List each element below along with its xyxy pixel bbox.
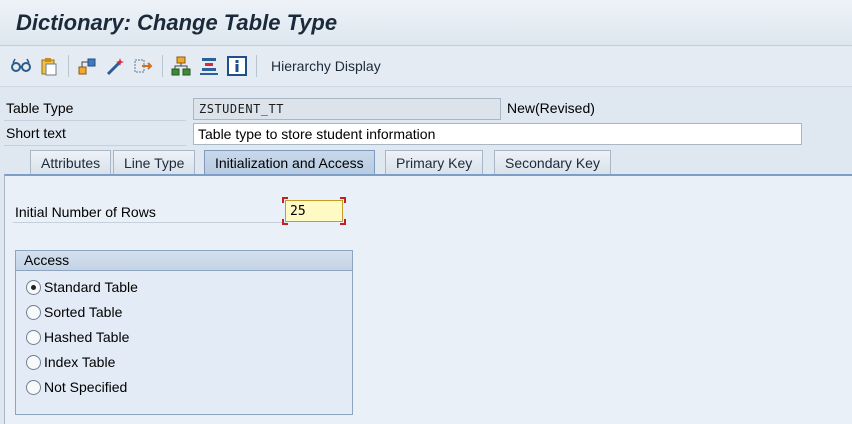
radio-label: Standard Table [44, 279, 138, 295]
tab-secondary-key[interactable]: Secondary Key [494, 150, 611, 174]
tab-primary-key[interactable]: Primary Key [385, 150, 484, 174]
radio-hashed-table[interactable]: Hashed Table [26, 327, 129, 347]
initial-rows-label: Initial Number of Rows [15, 204, 156, 220]
radio-index-table[interactable]: Index Table [26, 352, 115, 372]
required-marker [340, 197, 346, 203]
initial-rows-input[interactable] [285, 200, 343, 222]
application-toolbar: Hierarchy Display [0, 47, 852, 87]
radio-standard-table[interactable]: Standard Table [26, 277, 138, 297]
hierarchy-icon[interactable] [76, 55, 98, 77]
label-underline [4, 120, 186, 121]
radio-button[interactable] [26, 379, 41, 395]
radio-button[interactable] [26, 279, 41, 295]
radio-button[interactable] [26, 304, 41, 320]
table-type-label: Table Type [6, 100, 74, 116]
required-marker [340, 219, 346, 225]
window-title: Dictionary: Change Table Type [16, 10, 338, 35]
radio-not-specified[interactable]: Not Specified [26, 377, 127, 397]
table-type-field[interactable]: ZSTUDENT_TT [193, 98, 501, 120]
info-icon[interactable] [226, 55, 248, 77]
tab-initialization-and-access[interactable]: Initialization and Access [204, 150, 375, 174]
hierarchy-display-button[interactable]: Hierarchy Display [271, 58, 381, 74]
radio-button[interactable] [26, 354, 41, 370]
layer-stack-icon[interactable] [198, 55, 220, 77]
radio-label: Hashed Table [44, 329, 130, 345]
short-text-row: Short text Table type to store student i… [0, 122, 852, 146]
toolbar-separator [162, 55, 163, 77]
glasses-icon[interactable] [10, 55, 32, 77]
clipboard-icon[interactable] [38, 55, 60, 77]
move-icon[interactable] [132, 55, 154, 77]
tab-line-type[interactable]: Line Type [113, 150, 196, 174]
toolbar-separator [256, 55, 257, 77]
required-marker [282, 197, 288, 203]
table-type-row: Table Type ZSTUDENT_TT New(Revised) [0, 97, 852, 121]
short-text-field[interactable]: Table type to store student information [193, 123, 802, 145]
tab-content-panel: Initial Number of Rows Access Standard T… [4, 174, 852, 424]
access-group-title: Access [16, 251, 352, 271]
title-bar: Dictionary: Change Table Type [0, 0, 852, 46]
radio-label: Index Table [44, 354, 116, 370]
status-text: New(Revised) [507, 100, 595, 116]
access-group: Access Standard Table Sorted Table Hashe… [15, 250, 353, 415]
label-underline [13, 222, 285, 223]
radio-label: Sorted Table [44, 304, 123, 320]
toolbar-separator [68, 55, 69, 77]
magic-wand-icon[interactable] [104, 55, 126, 77]
short-text-label: Short text [6, 125, 66, 141]
radio-button[interactable] [26, 329, 41, 345]
structure-icon[interactable] [170, 55, 192, 77]
tab-strip: Attributes Line Type Initialization and … [0, 150, 852, 174]
label-underline [4, 145, 186, 146]
radio-label: Not Specified [44, 379, 128, 395]
radio-sorted-table[interactable]: Sorted Table [26, 302, 122, 322]
tab-attributes[interactable]: Attributes [30, 150, 112, 174]
required-marker [282, 219, 288, 225]
